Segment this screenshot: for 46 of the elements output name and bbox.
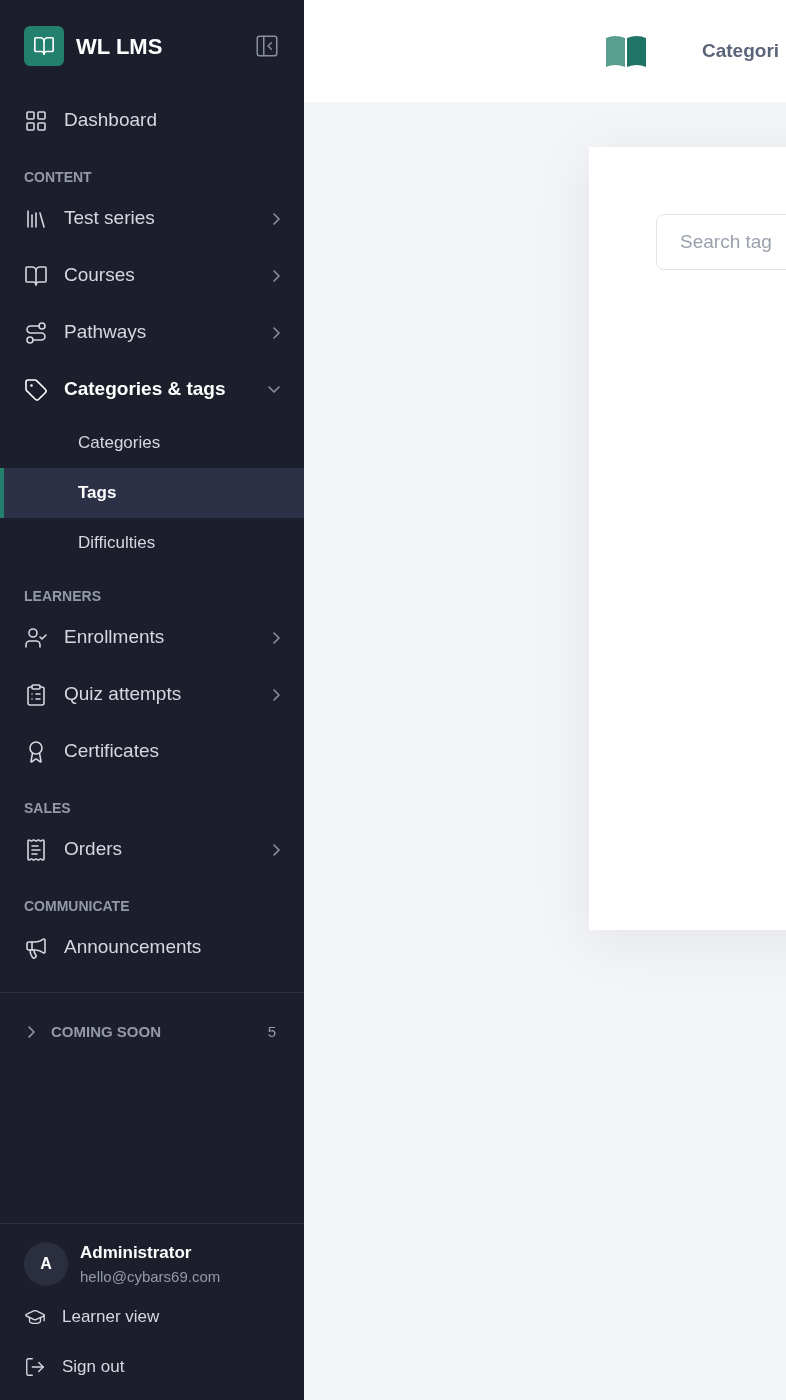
footer-link[interactable]: Learner view: [24, 1296, 280, 1338]
nav-item[interactable]: Enrollments: [0, 609, 304, 666]
chevron-icon: [273, 631, 280, 644]
chevron-icon: [268, 386, 280, 393]
nav-item[interactable]: Quiz attempts: [0, 666, 304, 723]
section-heading: SALES: [23, 799, 72, 818]
nav-item[interactable]: Certificates: [0, 723, 304, 780]
nav-icon: [24, 625, 48, 650]
chevron-icon: [273, 212, 280, 225]
footer-icon: [24, 1356, 46, 1378]
section-heading: CONTENT: [23, 168, 93, 187]
subnav-item[interactable]: Categories: [0, 418, 304, 468]
chevron-icon: [273, 269, 280, 282]
nav-icon: [24, 935, 48, 960]
user-email: hello@cybars69.com: [80, 1266, 221, 1287]
subnav-item[interactable]: Tags: [0, 468, 304, 518]
page-title: Categori: [702, 38, 780, 63]
collapse-sidebar-icon[interactable]: [254, 33, 280, 59]
nav-icon: [24, 263, 48, 288]
nav-icon: [24, 377, 48, 402]
nav-item[interactable]: Courses: [0, 247, 304, 304]
chevron-icon: [273, 688, 280, 701]
nav-item[interactable]: Test series: [0, 190, 304, 247]
nav-icon: [24, 682, 48, 707]
coming-soon-toggle[interactable]: COMING SOON 5: [0, 1011, 304, 1053]
chevron-icon: [273, 843, 280, 856]
nav-item[interactable]: Categories & tags: [0, 361, 304, 418]
chevron-icon: [28, 1026, 35, 1038]
nav-icon: [24, 837, 48, 862]
nav-item[interactable]: Announcements: [0, 919, 304, 976]
nav-icon: [24, 320, 48, 345]
brand-name: WL LMS: [76, 32, 164, 61]
avatar: A: [24, 1242, 68, 1286]
user-name: Administrator: [80, 1242, 193, 1264]
subnav-item[interactable]: Difficulties: [0, 518, 304, 568]
nav-item[interactable]: Orders: [0, 821, 304, 878]
section-heading: LEARNERS: [23, 587, 102, 606]
chevron-icon: [273, 326, 280, 339]
section-heading: COMMUNICATE: [23, 897, 131, 916]
nav-item[interactable]: Pathways: [0, 304, 304, 361]
book-icon: [604, 34, 648, 68]
footer-link[interactable]: Sign out: [24, 1346, 280, 1388]
nav-icon: [24, 108, 48, 133]
logo-icon: [24, 26, 64, 66]
search-field[interactable]: Search tag: [656, 214, 786, 270]
nav-item[interactable]: Dashboard: [0, 92, 304, 149]
